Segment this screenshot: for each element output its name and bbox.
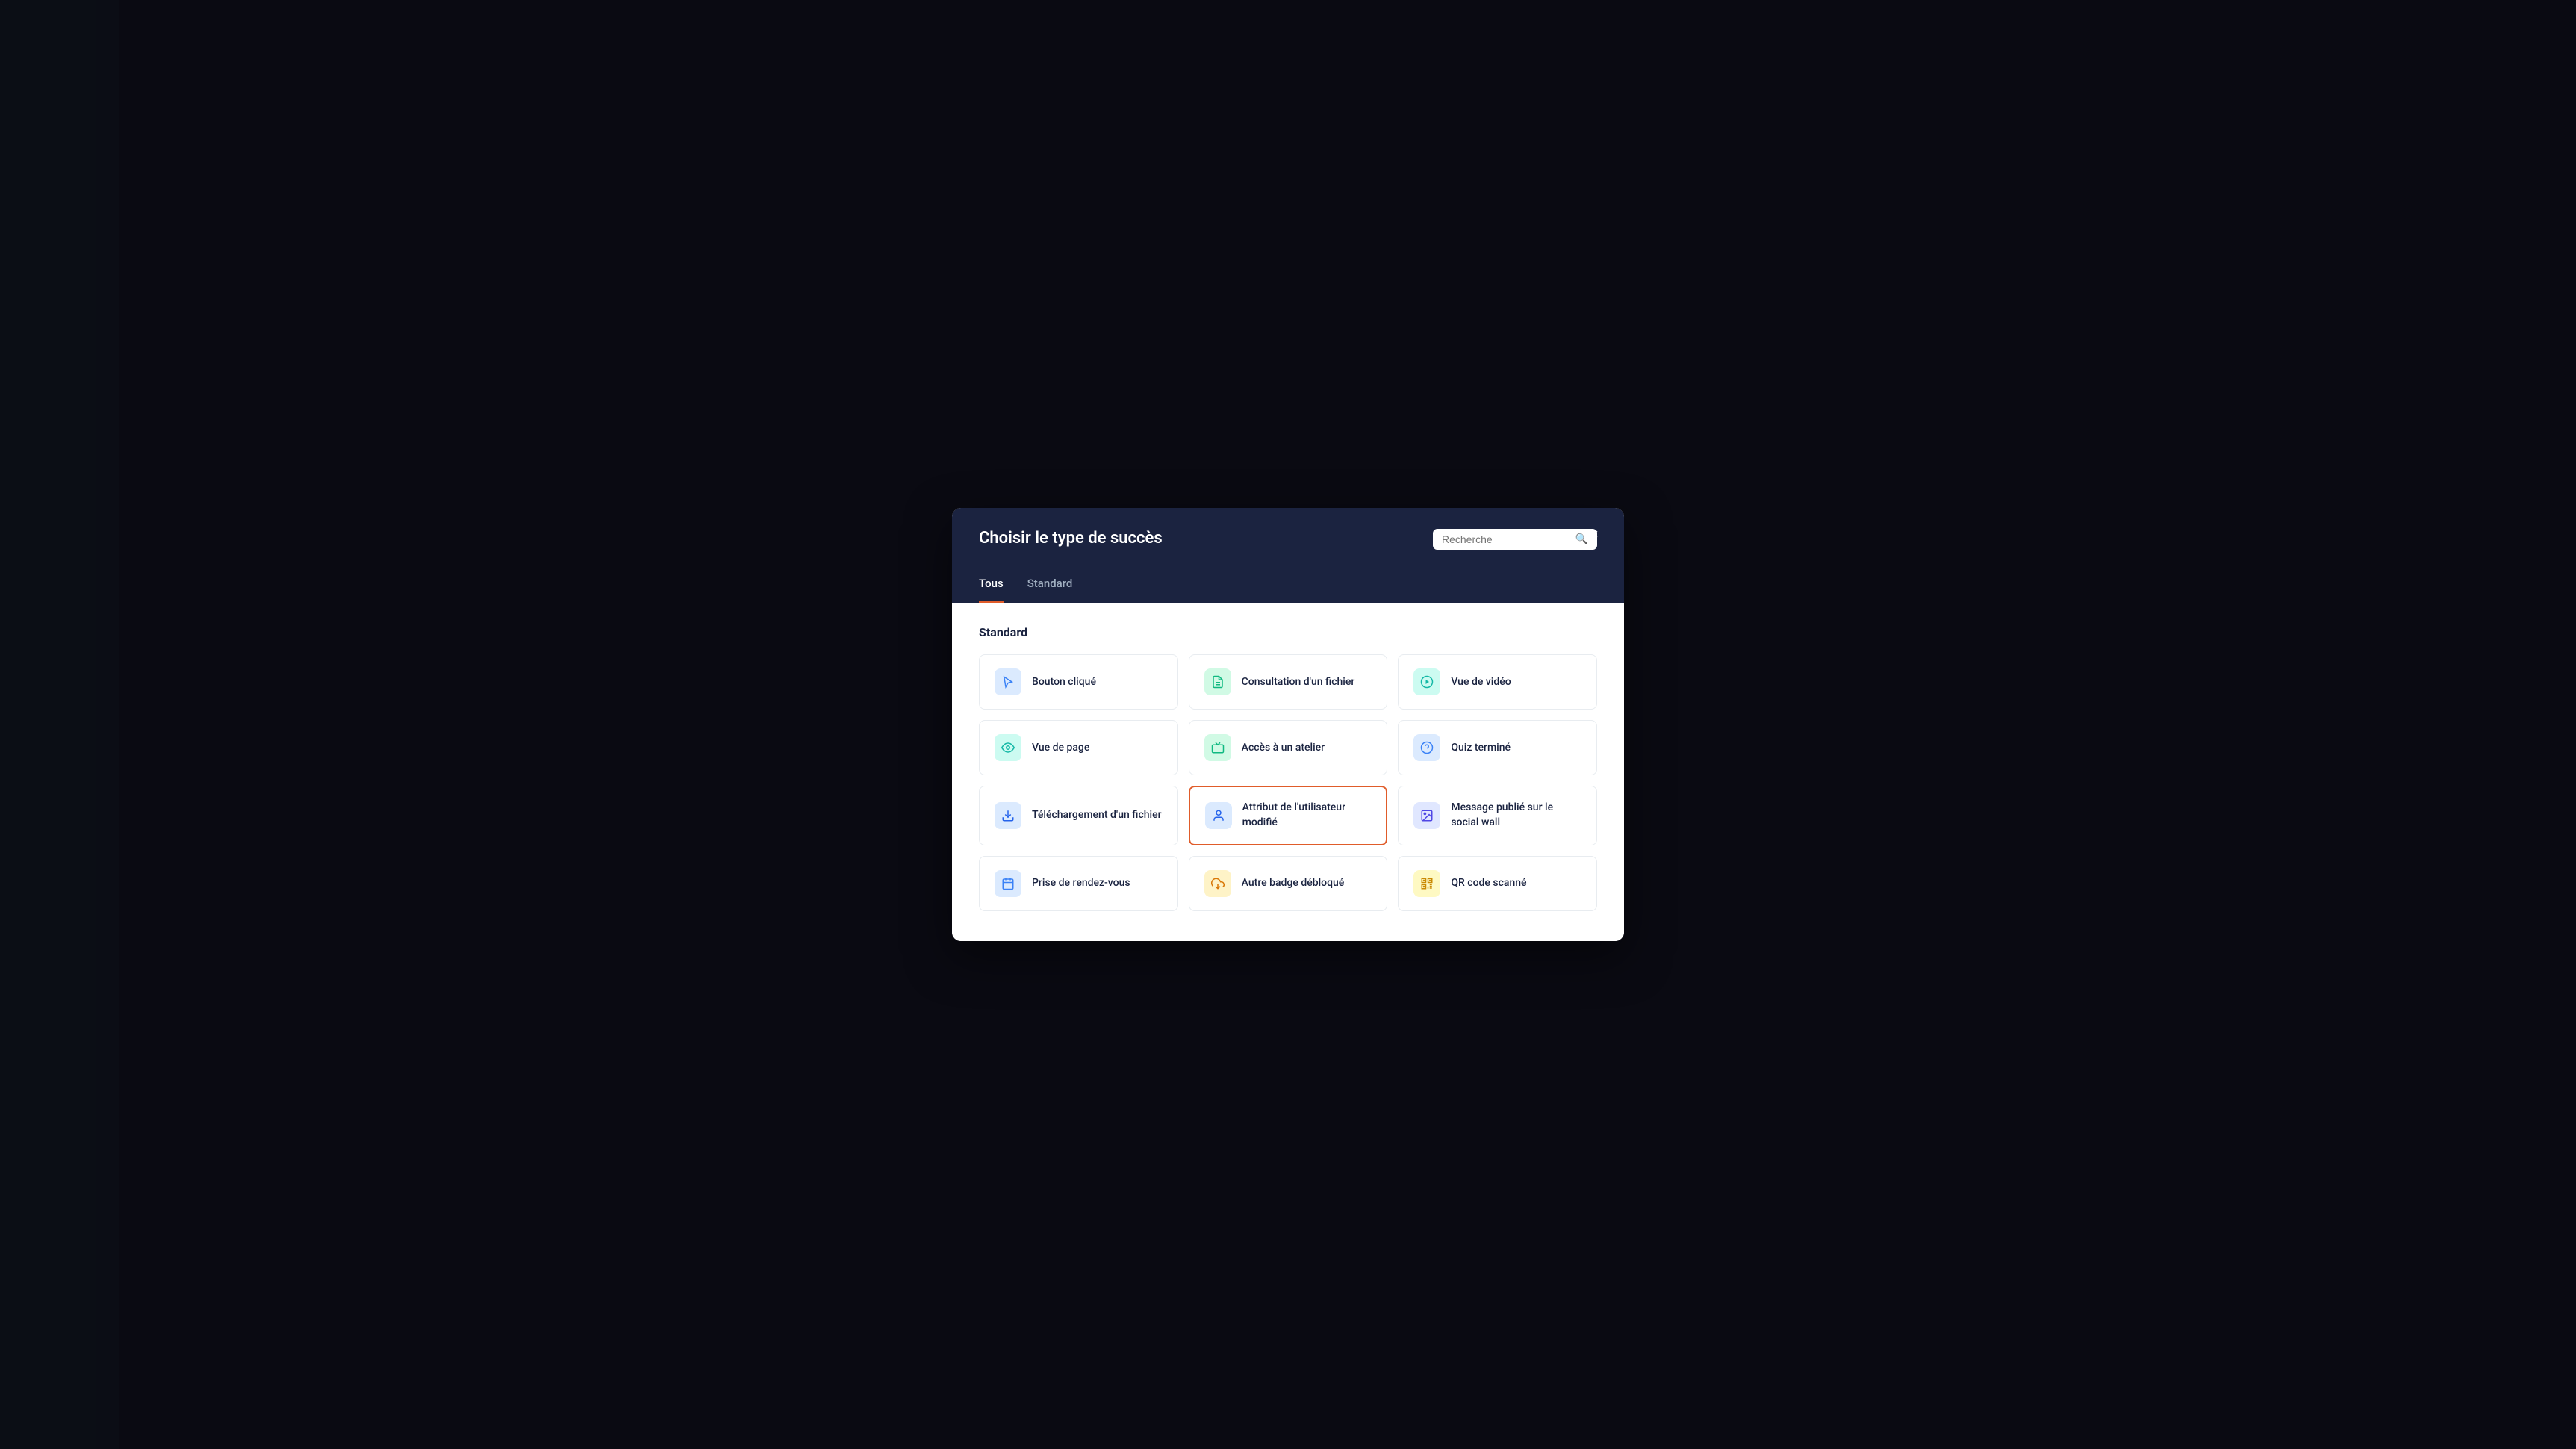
qr-icon (1413, 870, 1440, 897)
card-consultation-fichier[interactable]: Consultation d'un fichier (1189, 654, 1388, 710)
card-telechargement-fichier[interactable]: Téléchargement d'un fichier (979, 786, 1178, 845)
camera-icon (1204, 734, 1231, 761)
card-vue-video[interactable]: Vue de vidéo (1398, 654, 1597, 710)
card-label: Vue de vidéo (1451, 675, 1511, 690)
search-input[interactable] (1442, 533, 1571, 545)
tab-standard[interactable]: Standard (1027, 571, 1073, 603)
doc-icon (1204, 668, 1231, 695)
modal-overlay: Choisir le type de succès 🔍 × Tous Stand… (0, 0, 2576, 1449)
card-bouton-clique[interactable]: Bouton cliqué (979, 654, 1178, 710)
card-label: Bouton cliqué (1032, 675, 1096, 690)
card-acces-atelier[interactable]: Accès à un atelier (1189, 720, 1388, 775)
image-icon (1413, 802, 1440, 829)
cards-grid: Bouton cliqué Consultation d'un fichier … (979, 654, 1597, 910)
modal: Choisir le type de succès 🔍 × Tous Stand… (952, 508, 1624, 940)
card-prise-rendez-vous[interactable]: Prise de rendez-vous (979, 856, 1178, 911)
tabs-row: Tous Standard (979, 571, 1597, 603)
play-icon (1413, 668, 1440, 695)
card-label: Téléchargement d'un fichier (1032, 808, 1162, 823)
card-label: Vue de page (1032, 741, 1089, 756)
card-vue-page[interactable]: Vue de page (979, 720, 1178, 775)
close-button[interactable]: × (1582, 523, 1606, 547)
card-label: Quiz terminé (1451, 741, 1511, 756)
card-label: Prise de rendez-vous (1032, 876, 1130, 891)
card-label: QR code scanné (1451, 876, 1526, 891)
cursor-icon (995, 668, 1021, 695)
card-qr-code[interactable]: QR code scanné (1398, 856, 1597, 911)
trophy-icon (1204, 870, 1231, 897)
card-attribut-utilisateur[interactable]: Attribut de l'utilisateur modifié (1189, 786, 1388, 845)
modal-body: Standard Bouton cliqué Consultation d'un… (952, 603, 1624, 940)
section-title: Standard (979, 625, 1597, 639)
card-label: Attribut de l'utilisateur modifié (1242, 801, 1372, 830)
search-area: 🔍 (1433, 529, 1597, 550)
card-label: Message publié sur le social wall (1451, 801, 1581, 830)
card-message-social[interactable]: Message publié sur le social wall (1398, 786, 1597, 845)
download-icon (995, 802, 1021, 829)
question-icon (1413, 734, 1440, 761)
card-label: Autre badge débloqué (1242, 876, 1345, 891)
calendar-icon (995, 870, 1021, 897)
card-label: Accès à un atelier (1242, 741, 1325, 756)
card-label: Consultation d'un fichier (1242, 675, 1355, 690)
tab-tous[interactable]: Tous (979, 571, 1004, 603)
eye-icon (995, 734, 1021, 761)
user-icon (1205, 802, 1232, 829)
modal-title: Choisir le type de succès (979, 529, 1163, 547)
card-quiz-termine[interactable]: Quiz terminé (1398, 720, 1597, 775)
card-autre-badge[interactable]: Autre badge débloqué (1189, 856, 1388, 911)
modal-header: Choisir le type de succès 🔍 × Tous Stand… (952, 508, 1624, 603)
